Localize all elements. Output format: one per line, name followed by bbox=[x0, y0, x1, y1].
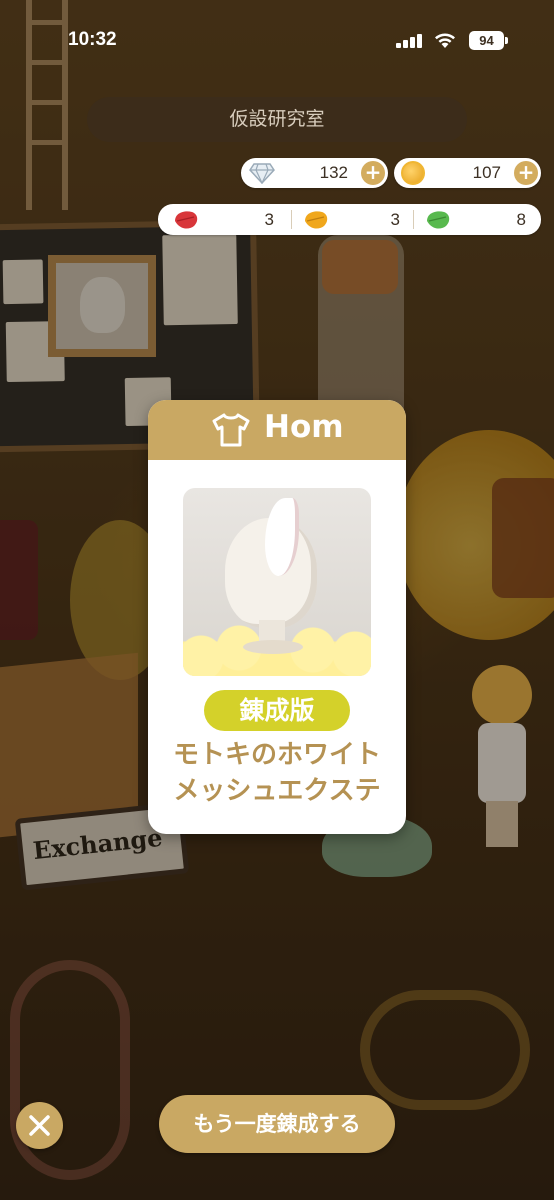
add-gems-button[interactable]: + bbox=[361, 161, 385, 185]
green-leaf-count: 8 bbox=[516, 210, 526, 229]
result-card: Hom 錬成版 モトキのホワイト メッシュエクステ bbox=[148, 400, 406, 834]
orange-leaf-counter: 3 bbox=[288, 204, 410, 235]
diamond-icon bbox=[249, 163, 275, 184]
item-name-line-2: メッシュエクステ bbox=[173, 776, 381, 806]
red-leaf-icon bbox=[175, 211, 198, 229]
orange-leaf-icon bbox=[305, 211, 328, 229]
red-leaf-counter: 3 bbox=[158, 204, 284, 235]
card-header: Hom bbox=[148, 400, 406, 460]
red-leaf-count: 3 bbox=[264, 210, 274, 229]
shirt-icon bbox=[212, 413, 250, 447]
close-button[interactable] bbox=[16, 1102, 63, 1149]
close-icon bbox=[29, 1115, 50, 1136]
gem-counter: 132 + bbox=[241, 158, 388, 188]
wifi-icon bbox=[435, 33, 455, 48]
signal-icon bbox=[396, 34, 424, 48]
edition-badge: 錬成版 bbox=[204, 690, 350, 731]
item-preview bbox=[183, 488, 371, 676]
orange-leaf-count: 3 bbox=[390, 210, 400, 229]
retry-alchemy-button[interactable]: もう一度錬成する bbox=[159, 1095, 395, 1153]
green-leaf-icon bbox=[427, 211, 450, 229]
coin-icon bbox=[401, 161, 425, 185]
battery-icon: 94 bbox=[469, 31, 508, 50]
item-name-line-1: モトキのホワイト bbox=[172, 740, 381, 770]
page-title: 仮設研究室 bbox=[87, 97, 467, 142]
leaf-counter-bar: 3 3 8 bbox=[158, 204, 541, 235]
bust-base bbox=[243, 640, 303, 654]
gem-count: 132 bbox=[319, 163, 348, 182]
add-coins-button[interactable]: + bbox=[514, 161, 538, 185]
status-time: 10:32 bbox=[68, 29, 117, 50]
coin-counter: 107 + bbox=[394, 158, 541, 188]
coin-count: 107 bbox=[472, 163, 501, 182]
green-leaf-counter: 8 bbox=[410, 204, 536, 235]
card-category-label: Hom bbox=[264, 409, 344, 445]
